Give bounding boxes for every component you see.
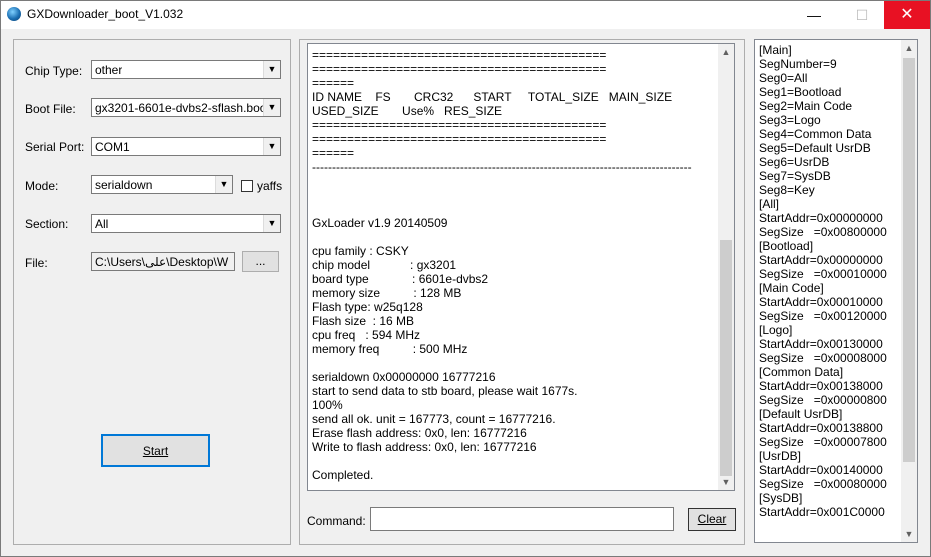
command-label: Command: xyxy=(307,514,366,528)
log-scroll-thumb[interactable] xyxy=(720,240,732,476)
browse-button[interactable]: ... xyxy=(242,251,279,272)
mode-label: Mode: xyxy=(25,179,59,193)
settings-panel: Chip Type: other ▼ Boot File: gx3201-660… xyxy=(13,39,291,545)
section-dropdown[interactable]: All ▼ xyxy=(91,214,281,233)
app-globe-icon xyxy=(7,7,21,21)
start-button[interactable]: Start xyxy=(101,434,210,467)
boot-file-label: Boot File: xyxy=(25,102,76,116)
log-output[interactable]: ========================================… xyxy=(307,43,735,491)
log-text: ========================================… xyxy=(312,48,692,482)
yaffs-label: yaffs xyxy=(257,179,283,193)
serial-port-value: COM1 xyxy=(95,140,130,154)
minimize-button[interactable]: — xyxy=(791,1,837,29)
app-window: GXDownloader_boot_V1.032 — ☐ ✕ Chip Type… xyxy=(0,0,931,557)
scroll-up-icon[interactable]: ▲ xyxy=(901,40,917,56)
close-button[interactable]: ✕ xyxy=(884,1,930,29)
section-label: Section: xyxy=(25,217,69,231)
file-label: File: xyxy=(25,256,48,270)
maximize-button[interactable]: ☐ xyxy=(839,1,885,29)
scroll-down-icon[interactable]: ▼ xyxy=(718,474,734,490)
section-value: All xyxy=(95,217,109,231)
chevron-down-icon[interactable]: ▼ xyxy=(263,215,280,232)
chevron-down-icon[interactable]: ▼ xyxy=(263,99,280,116)
window-title: GXDownloader_boot_V1.032 xyxy=(27,7,184,21)
chevron-down-icon[interactable]: ▼ xyxy=(215,176,232,193)
segment-scroll-thumb[interactable] xyxy=(903,58,915,462)
chip-type-value: other xyxy=(95,63,123,77)
chip-type-dropdown[interactable]: other ▼ xyxy=(91,60,281,79)
segment-text: [Main] SegNumber=9 Seg0=All Seg1=Bootloa… xyxy=(759,43,887,519)
serial-port-label: Serial Port: xyxy=(25,140,85,154)
chevron-down-icon[interactable]: ▼ xyxy=(263,138,280,155)
segment-list[interactable]: [Main] SegNumber=9 Seg0=All Seg1=Bootloa… xyxy=(754,39,918,543)
yaffs-checkbox[interactable] xyxy=(241,180,253,192)
start-button-label: Start xyxy=(142,444,169,458)
serial-port-dropdown[interactable]: COM1 ▼ xyxy=(91,137,281,156)
log-scrollbar[interactable]: ▲ ▼ xyxy=(718,44,734,490)
title-bar[interactable]: GXDownloader_boot_V1.032 — ☐ ✕ xyxy=(1,1,930,29)
segment-scrollbar[interactable]: ▲ ▼ xyxy=(901,40,917,542)
mode-value: serialdown xyxy=(95,178,153,192)
clear-button-label: Clear xyxy=(697,512,727,526)
chip-type-label: Chip Type: xyxy=(25,64,83,78)
command-input[interactable] xyxy=(370,507,674,531)
file-path-value: C:\Users\على\Desktop\W xyxy=(95,255,229,269)
scroll-up-icon[interactable]: ▲ xyxy=(718,44,734,60)
boot-file-value: gx3201-6601e-dvbs2-sflash.boot xyxy=(95,101,265,115)
chevron-down-icon[interactable]: ▼ xyxy=(263,61,280,78)
mode-dropdown[interactable]: serialdown ▼ xyxy=(91,175,233,194)
file-path-field[interactable]: C:\Users\على\Desktop\W xyxy=(91,252,235,271)
clear-button[interactable]: Clear xyxy=(688,508,736,531)
boot-file-dropdown[interactable]: gx3201-6601e-dvbs2-sflash.boot ▼ xyxy=(91,98,281,117)
scroll-down-icon[interactable]: ▼ xyxy=(901,526,917,542)
